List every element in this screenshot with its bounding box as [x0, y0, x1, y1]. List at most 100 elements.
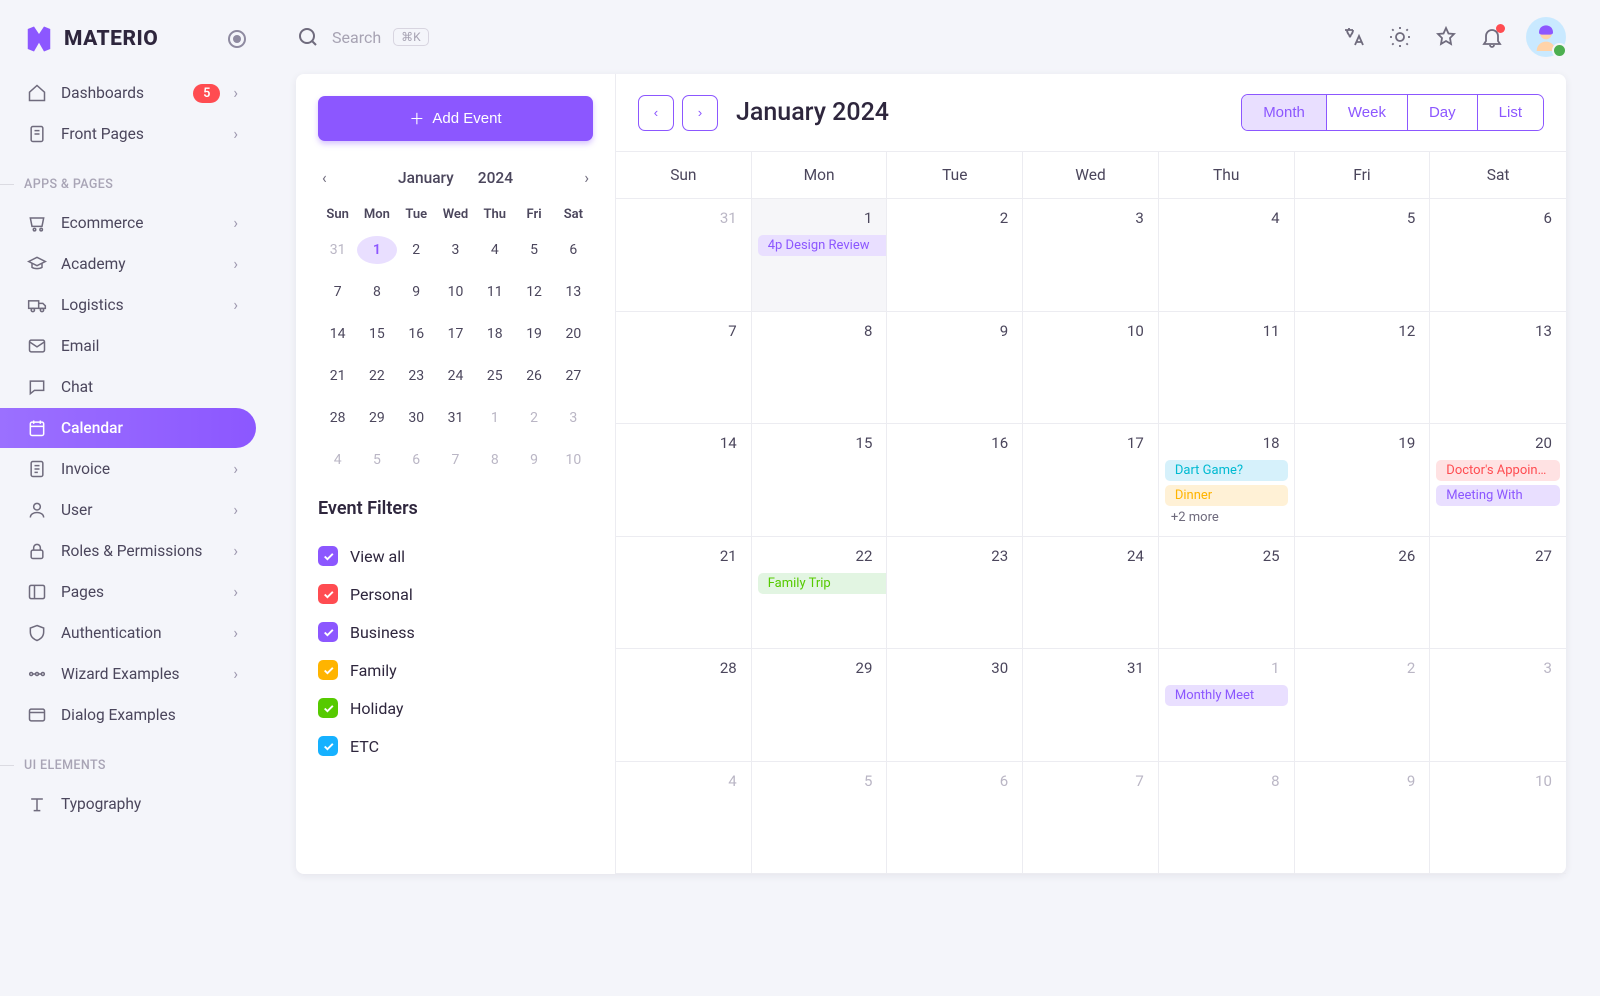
view-day-button[interactable]: Day [1408, 95, 1478, 130]
mini-day[interactable]: 24 [436, 362, 475, 390]
day-cell[interactable]: 21 [616, 537, 752, 650]
sidebar-item-logistics[interactable]: Logistics › [0, 285, 256, 325]
sidebar-item-calendar[interactable]: Calendar [0, 408, 256, 448]
mini-day[interactable]: 3 [554, 404, 593, 432]
mini-day[interactable]: 31 [436, 404, 475, 432]
mini-day[interactable]: 8 [357, 278, 396, 306]
day-cell[interactable]: 9 [887, 312, 1023, 425]
mini-year[interactable]: 2024 [478, 169, 513, 187]
calendar-prev-button[interactable]: ‹ [638, 95, 674, 131]
mini-day[interactable]: 10 [554, 446, 593, 474]
day-cell[interactable]: 20Doctor's AppointmentMeeting With [1430, 424, 1566, 537]
star-icon[interactable] [1434, 25, 1458, 49]
translate-icon[interactable] [1342, 25, 1366, 49]
mini-next-button[interactable]: › [580, 165, 593, 191]
mini-day[interactable]: 16 [397, 320, 436, 348]
mini-day[interactable]: 27 [554, 362, 593, 390]
mini-day[interactable]: 28 [318, 404, 357, 432]
day-cell[interactable]: 10 [1023, 312, 1159, 425]
day-cell[interactable]: 26 [1295, 537, 1431, 650]
add-event-button[interactable]: ＋ Add Event [318, 96, 593, 141]
mini-day[interactable]: 22 [357, 362, 396, 390]
day-cell[interactable]: 12 [1295, 312, 1431, 425]
sidebar-pin-icon[interactable] [228, 30, 246, 48]
mini-day[interactable]: 21 [318, 362, 357, 390]
day-cell[interactable]: 8 [752, 312, 888, 425]
event-pill[interactable]: 4p Design Review [758, 235, 888, 256]
event-pill[interactable]: Dart Game? [1165, 460, 1288, 481]
day-cell[interactable]: 31 [1023, 649, 1159, 762]
day-cell[interactable]: 17 [1023, 424, 1159, 537]
event-pill[interactable]: Monthly Meet [1165, 685, 1288, 706]
day-cell[interactable]: 28 [616, 649, 752, 762]
mini-day[interactable]: 7 [318, 278, 357, 306]
day-cell[interactable]: 3 [1023, 199, 1159, 312]
mini-day[interactable]: 15 [357, 320, 396, 348]
filter-row[interactable]: Holiday [318, 689, 593, 727]
day-cell[interactable]: 25 [1159, 537, 1295, 650]
sidebar-item-roles[interactable]: Roles & Permissions › [0, 531, 256, 571]
day-cell[interactable]: 4 [1159, 199, 1295, 312]
mini-day[interactable]: 10 [436, 278, 475, 306]
event-pill[interactable]: Doctor's Appointment [1436, 460, 1560, 481]
day-cell[interactable]: 4 [616, 762, 752, 875]
search-box[interactable]: Search ⌘K [296, 25, 429, 49]
day-cell[interactable]: 7 [616, 312, 752, 425]
mini-day[interactable]: 2 [514, 404, 553, 432]
event-pill[interactable]: Dinner [1165, 485, 1288, 506]
day-cell[interactable]: 23 [887, 537, 1023, 650]
mini-day[interactable]: 1 [357, 236, 396, 264]
calendar-next-button[interactable]: › [682, 95, 718, 131]
day-cell[interactable]: 27 [1430, 537, 1566, 650]
mini-day[interactable]: 5 [357, 446, 396, 474]
sidebar-item-email[interactable]: Email [0, 326, 256, 366]
day-cell[interactable]: 10 [1430, 762, 1566, 875]
mini-day[interactable]: 14 [318, 320, 357, 348]
mini-day[interactable]: 9 [397, 278, 436, 306]
day-cell[interactable]: 14 [616, 424, 752, 537]
view-week-button[interactable]: Week [1327, 95, 1408, 130]
day-cell[interactable]: 1Monthly Meet [1159, 649, 1295, 762]
sidebar-item-academy[interactable]: Academy › [0, 244, 256, 284]
day-cell[interactable]: 8 [1159, 762, 1295, 875]
sidebar-item-frontpages[interactable]: Front Pages › [0, 114, 256, 154]
mini-day[interactable]: 12 [514, 278, 553, 306]
mini-day[interactable]: 19 [514, 320, 553, 348]
mini-day[interactable]: 30 [397, 404, 436, 432]
day-cell[interactable]: 30 [887, 649, 1023, 762]
day-cell[interactable]: 2 [1295, 649, 1431, 762]
sidebar-item-wizard[interactable]: Wizard Examples › [0, 654, 256, 694]
view-month-button[interactable]: Month [1242, 95, 1327, 130]
brand-logo[interactable]: MATERIO [24, 24, 158, 54]
day-cell[interactable]: 14p Design Review [752, 199, 888, 312]
day-cell[interactable]: 7 [1023, 762, 1159, 875]
day-cell[interactable]: 22Family Trip [752, 537, 888, 650]
mini-day[interactable]: 23 [397, 362, 436, 390]
sidebar-item-auth[interactable]: Authentication › [0, 613, 256, 653]
day-cell[interactable]: 2 [887, 199, 1023, 312]
day-cell[interactable]: 11 [1159, 312, 1295, 425]
mini-day[interactable]: 9 [514, 446, 553, 474]
mini-day[interactable]: 13 [554, 278, 593, 306]
day-cell[interactable]: 6 [887, 762, 1023, 875]
mini-day[interactable]: 8 [475, 446, 514, 474]
sidebar-item-typography[interactable]: Typography [0, 784, 256, 824]
mini-day[interactable]: 25 [475, 362, 514, 390]
day-cell[interactable]: 5 [1295, 199, 1431, 312]
day-cell[interactable]: 31 [616, 199, 752, 312]
day-cell[interactable]: 9 [1295, 762, 1431, 875]
mini-day[interactable]: 1 [475, 404, 514, 432]
sidebar-item-chat[interactable]: Chat [0, 367, 256, 407]
mini-day[interactable]: 2 [397, 236, 436, 264]
mini-day[interactable]: 7 [436, 446, 475, 474]
mini-day[interactable]: 4 [318, 446, 357, 474]
sidebar-item-pages[interactable]: Pages › [0, 572, 256, 612]
day-cell[interactable]: 3 [1430, 649, 1566, 762]
day-cell[interactable]: 6 [1430, 199, 1566, 312]
day-cell[interactable]: 16 [887, 424, 1023, 537]
mini-day[interactable]: 26 [514, 362, 553, 390]
day-cell[interactable]: 18Dart Game?Dinner+2 more [1159, 424, 1295, 537]
filter-row[interactable]: ETC [318, 727, 593, 765]
sidebar-item-invoice[interactable]: Invoice › [0, 449, 256, 489]
sidebar-item-dialog[interactable]: Dialog Examples [0, 695, 256, 735]
